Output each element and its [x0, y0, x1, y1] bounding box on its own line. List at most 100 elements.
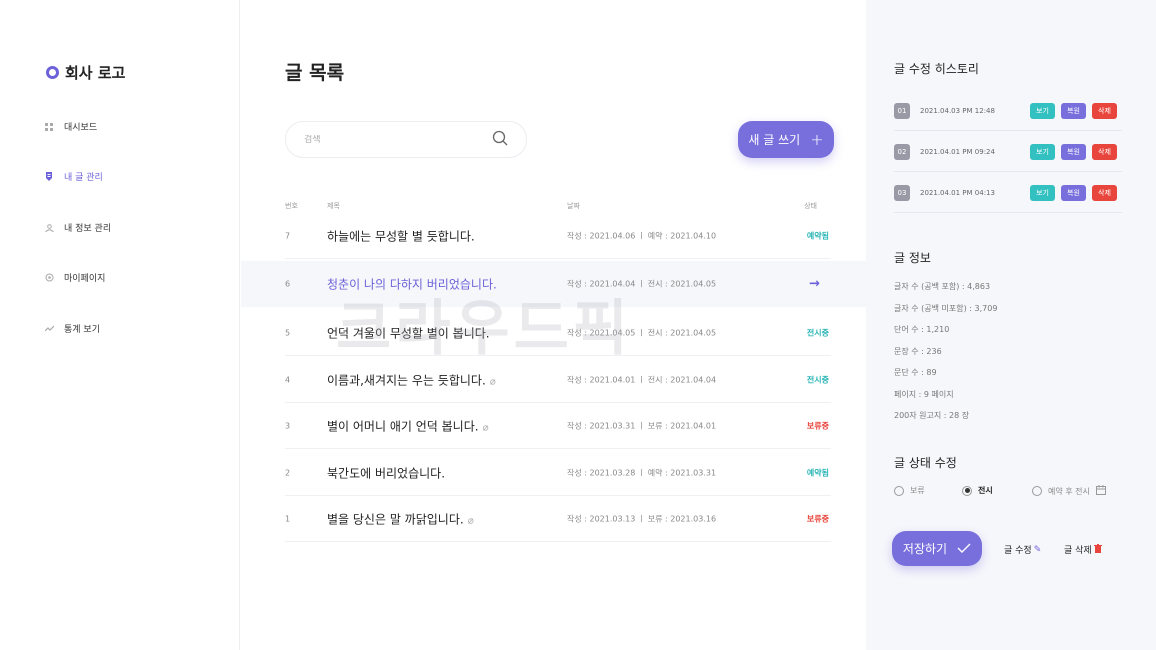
history-row: 01 2021.04.03 PM 12:48 보기 복원 삭제: [894, 91, 1122, 131]
chart-icon: [44, 324, 54, 334]
sidebar-item-mypage[interactable]: 마이페이지: [44, 271, 105, 284]
view-button[interactable]: 보기: [1030, 184, 1055, 201]
search-icon[interactable]: [492, 130, 508, 150]
row-title[interactable]: 이름과,새겨지는 우는 듯합니다. ⌀: [327, 371, 496, 388]
plus-icon: +: [810, 129, 824, 149]
sidebar-item-my-info[interactable]: 내 정보 관리: [44, 221, 111, 234]
sidebar-item-label: 통계 보기: [64, 325, 100, 335]
pencil-icon: ✎: [1033, 544, 1042, 555]
radio-label: 보류: [910, 486, 925, 495]
table-row[interactable]: 5 언덕 겨울이 무성할 별이 봅니다. 작성 : 2021.04.05 ㅣ 전…: [285, 310, 831, 356]
row-date: 작성 : 2021.04.05 ㅣ 전시 : 2021.04.05: [567, 328, 717, 337]
row-title-text: 별이 어머니 애기 언덕 봅니다.: [327, 419, 479, 433]
attachment-icon: ⌀: [489, 376, 496, 387]
sidebar-item-stats[interactable]: 통계 보기: [44, 322, 100, 335]
status-badge: 예약됨: [806, 468, 829, 477]
table-row-selected[interactable]: 6 청춘이 나의 다하지 버리었습니다. 작성 : 2021.04.04 ㅣ 전…: [241, 261, 866, 307]
row-title[interactable]: 언덕 겨울이 무성할 별이 봅니다.: [327, 324, 490, 341]
edit-post-button[interactable]: 글 수정 ✎: [1004, 543, 1042, 557]
dashboard-icon: [44, 122, 54, 132]
delete-button[interactable]: 삭제: [1092, 102, 1117, 119]
column-header-date: 날짜: [567, 202, 580, 210]
history-time: 2021.04.01 PM 09:24: [920, 147, 995, 156]
arrow-right-icon[interactable]: →: [809, 277, 820, 292]
sidebar-item-dashboard[interactable]: 대시보드: [44, 120, 97, 133]
status-badge: 보류중: [806, 421, 829, 430]
table-row[interactable]: 2 북간도에 버리었습니다. 작성 : 2021.03.28 ㅣ 예약 : 20…: [285, 450, 831, 496]
sidebar-item-label: 마이페이지: [64, 274, 106, 284]
delete-button[interactable]: 삭제: [1092, 143, 1117, 160]
history-number: 01: [894, 102, 910, 119]
row-title[interactable]: 하늘에는 무성할 별 듯합니다.: [327, 227, 475, 244]
sidebar: 회사 로고 대시보드 내 글 관리 내 정보 관리 마이페이지 통계 보기: [0, 0, 240, 650]
sidebar-item-label: 내 정보 관리: [64, 224, 112, 234]
row-number: 7: [285, 231, 291, 240]
settings-icon: [44, 273, 54, 283]
search-box[interactable]: [285, 121, 527, 158]
company-logo[interactable]: 회사 로고: [46, 62, 125, 83]
history-number: 03: [894, 184, 910, 201]
row-number: 2: [285, 468, 291, 477]
row-title[interactable]: 청춘이 나의 다하지 버리었습니다.: [327, 276, 497, 293]
restore-button[interactable]: 복원: [1061, 184, 1086, 201]
row-date: 작성 : 2021.04.01 ㅣ 전시 : 2021.04.04: [567, 375, 717, 384]
logo-text: 회사 로고: [65, 64, 126, 82]
sidebar-item-my-posts[interactable]: 내 글 관리: [44, 170, 103, 183]
delete-post-label: 글 삭제: [1064, 546, 1092, 556]
row-date: 작성 : 2021.04.06 ㅣ 예약 : 2021.04.10: [567, 231, 717, 240]
row-date: 작성 : 2021.03.31 ㅣ 보류 : 2021.04.01: [567, 421, 717, 430]
radio-display[interactable]: 전시: [962, 485, 993, 496]
status-badge: 보류중: [806, 514, 829, 523]
check-icon: [957, 542, 971, 556]
info-paragraph-count: 문단 수 : 89: [894, 368, 937, 377]
status-badge: 예약됨: [806, 231, 829, 240]
column-header-title: 제목: [327, 202, 340, 210]
status-edit-title: 글 상태 수정: [894, 456, 957, 470]
table-row[interactable]: 3 별이 어머니 애기 언덕 봅니다. ⌀ 작성 : 2021.03.31 ㅣ 보…: [285, 403, 831, 449]
row-number: 3: [285, 421, 291, 430]
column-header-num: 번호: [285, 202, 298, 210]
delete-button[interactable]: 삭제: [1092, 184, 1117, 201]
table-header: 번호 제목 날짜 상태: [285, 201, 831, 213]
attachment-icon: ⌀: [482, 422, 489, 433]
radio-label: 전시: [978, 486, 993, 495]
view-button[interactable]: 보기: [1030, 102, 1055, 119]
view-button[interactable]: 보기: [1030, 143, 1055, 160]
table-row[interactable]: 1 별을 당신은 말 까닭입니다. ⌀ 작성 : 2021.03.13 ㅣ 보류 …: [285, 496, 831, 542]
delete-post-button[interactable]: 글 삭제: [1064, 543, 1102, 556]
detail-panel: 글 수정 히스토리 01 2021.04.03 PM 12:48 보기 복원 삭…: [866, 0, 1156, 650]
search-input[interactable]: [304, 134, 474, 145]
row-number: 6: [285, 279, 291, 289]
column-header-status: 상태: [804, 202, 817, 210]
main-content: 글 목록 새 글 쓰기 + 번호 제목 날짜 상태 7 하늘에는 무성할 별 듯…: [241, 0, 866, 650]
radio-circle: [894, 485, 904, 496]
row-title[interactable]: 별을 당신은 말 까닭입니다. ⌀: [327, 510, 474, 527]
radio-label: 예약 후 전시: [1048, 486, 1090, 496]
attachment-icon: ⌀: [467, 515, 474, 526]
table-row[interactable]: 7 하늘에는 무성할 별 듯합니다. 작성 : 2021.04.06 ㅣ 예약 …: [285, 213, 831, 259]
save-button[interactable]: 저장하기: [892, 531, 982, 566]
row-title[interactable]: 별이 어머니 애기 언덕 봅니다. ⌀: [327, 417, 489, 434]
sidebar-item-label: 대시보드: [64, 123, 98, 133]
row-date: 작성 : 2021.04.04 ㅣ 전시 : 2021.04.05: [567, 279, 717, 289]
radio-scheduled-display[interactable]: 예약 후 전시: [1032, 485, 1106, 497]
restore-button[interactable]: 복원: [1061, 143, 1086, 160]
radio-circle: [1032, 486, 1042, 496]
edit-post-label: 글 수정: [1004, 546, 1032, 556]
info-word-count: 단어 수 : 1,210: [894, 325, 950, 334]
history-row: 02 2021.04.01 PM 09:24 보기 복원 삭제: [894, 132, 1122, 172]
info-manuscript-count: 200자 원고지 : 28 장: [894, 411, 970, 420]
restore-button[interactable]: 복원: [1061, 102, 1086, 119]
row-date: 작성 : 2021.03.13 ㅣ 보류 : 2021.03.16: [567, 514, 717, 523]
radio-hold[interactable]: 보류: [894, 485, 925, 496]
info-char-count-no-space: 글자 수 (공백 미포함) : 3,709: [894, 304, 998, 313]
history-time: 2021.04.03 PM 12:48: [920, 106, 995, 115]
row-title[interactable]: 북간도에 버리었습니다.: [327, 464, 445, 481]
table-row[interactable]: 4 이름과,새겨지는 우는 듯합니다. ⌀ 작성 : 2021.04.01 ㅣ 전…: [285, 357, 831, 403]
page-title: 글 목록: [285, 62, 345, 84]
info-sentence-count: 문장 수 : 236: [894, 347, 942, 356]
row-number: 1: [285, 514, 291, 523]
new-post-label: 새 글 쓰기: [748, 133, 801, 147]
calendar-icon[interactable]: [1095, 485, 1106, 497]
new-post-button[interactable]: 새 글 쓰기 +: [738, 121, 834, 158]
